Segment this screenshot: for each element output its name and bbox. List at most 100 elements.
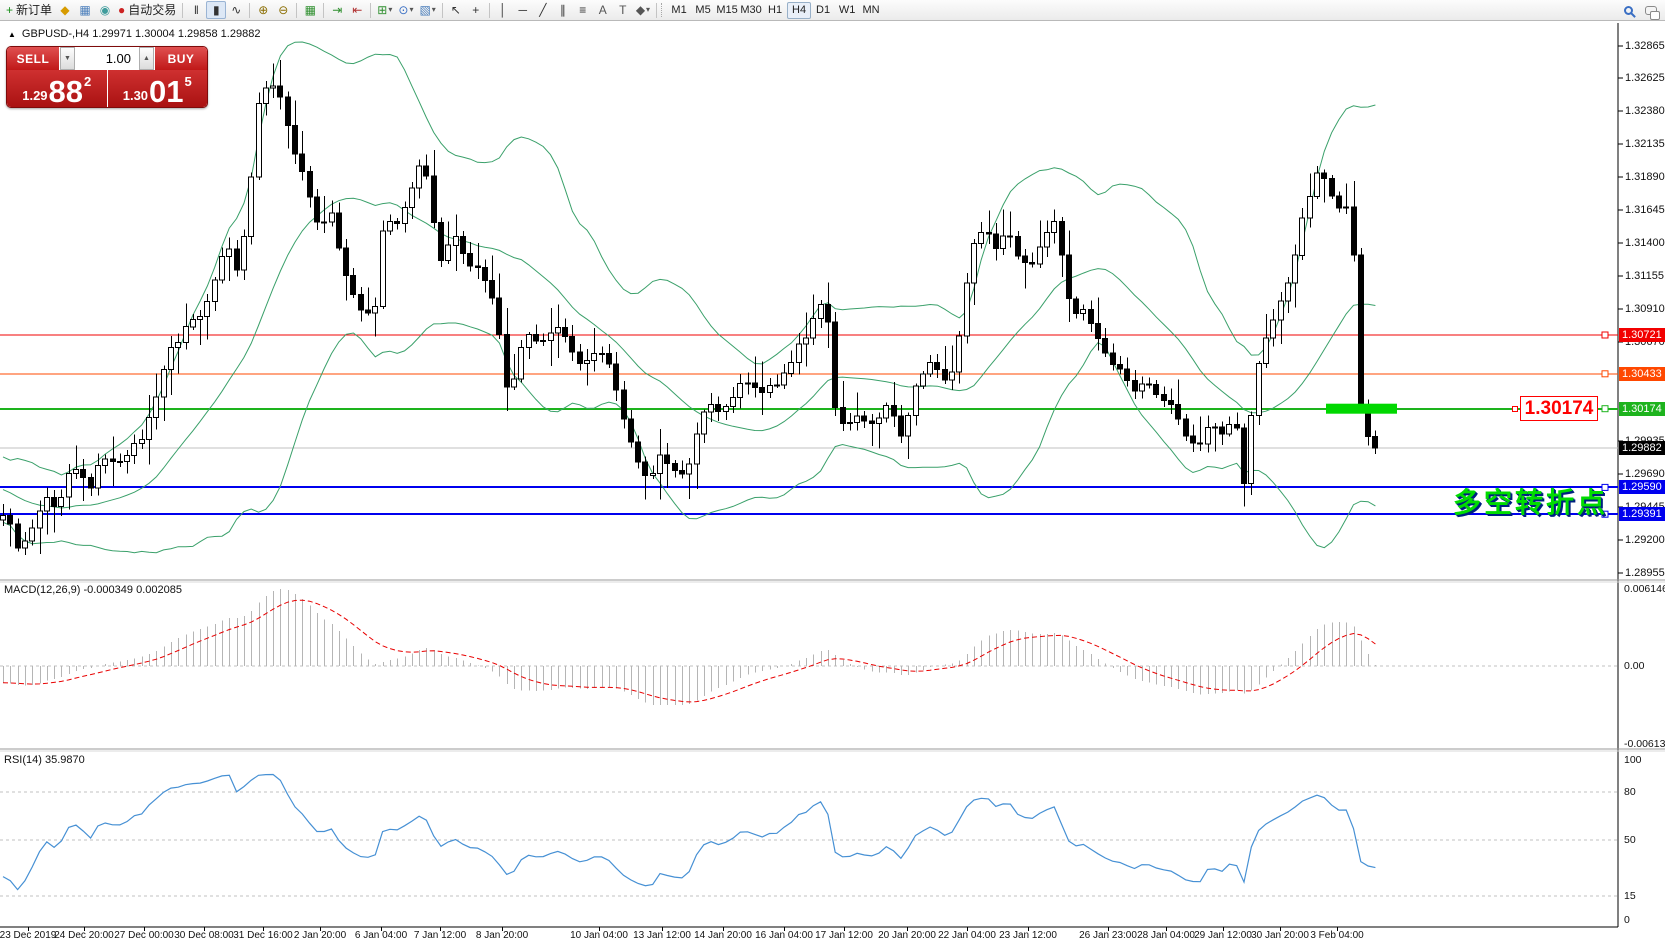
timeframe-m15-button[interactable]: M15 (715, 2, 739, 19)
timeframe-h1-button[interactable]: H1 (763, 2, 787, 19)
time-axis-label[interactable]: 7 Jan 12:00 (414, 930, 466, 941)
text-label-button[interactable]: T (613, 1, 633, 19)
timeframe-m30-button[interactable]: M30 (739, 2, 763, 19)
volume-box: ▼ 1.00 ▲ (59, 47, 155, 70)
crosshair-button[interactable]: + (466, 1, 486, 19)
rsi-axis-label: 100 (1624, 754, 1665, 766)
timeframe-w1-button[interactable]: W1 (835, 2, 859, 19)
time-axis-label[interactable]: 28 Jan 04:00 (1137, 930, 1195, 941)
time-axis-label[interactable]: 16 Jan 04:00 (755, 930, 813, 941)
time-axis-label[interactable]: 23 Jan 12:00 (999, 930, 1057, 941)
chart-shift-icon: ⇤ (352, 2, 362, 18)
market-watch-button[interactable]: ◆ (55, 1, 75, 19)
volume-input[interactable]: 1.00 (75, 47, 139, 70)
time-axis-label[interactable]: 23 Dec 2019 (0, 930, 56, 941)
data-window-button[interactable]: ▦ (75, 1, 95, 19)
price-callout[interactable]: 1.30174 (1520, 396, 1598, 421)
toolbar-separator (442, 3, 443, 18)
channel-button[interactable]: ∥ (553, 1, 573, 19)
shapes-icon: ◆ (636, 2, 645, 18)
new-order-button[interactable]: +新订单 (3, 1, 55, 19)
time-axis-label[interactable]: 17 Jan 12:00 (815, 930, 873, 941)
vertical-line-button[interactable]: │ (493, 1, 513, 19)
time-axis-label[interactable]: 27 Dec 00:00 (114, 930, 174, 941)
time-axis-label[interactable]: 8 Jan 20:00 (476, 930, 528, 941)
trade-panel-collapse-icon[interactable]: ▲ (8, 30, 16, 39)
zoom-in-icon: ⊕ (258, 2, 268, 18)
timeframe-mn-button[interactable]: MN (859, 2, 883, 19)
cursor-button[interactable]: ↖ (446, 1, 466, 19)
timeframe-h4-button[interactable]: H4 (787, 2, 811, 19)
time-axis-label[interactable]: 2 Jan 20:00 (294, 930, 346, 941)
price-axis-tick-label: 1.28955 (1625, 567, 1665, 579)
templates-icon: ▧ (419, 2, 430, 18)
price-axis-tick-label: 1.32865 (1625, 40, 1665, 52)
rsi-header: RSI(14) 35.9870 (4, 754, 85, 766)
bar-chart-type-button[interactable]: ‖ (186, 1, 206, 19)
time-axis-label[interactable]: 10 Jan 04:00 (570, 930, 628, 941)
buy-price[interactable]: 1.30 01 5 (108, 70, 208, 108)
sell-button[interactable]: SELL (7, 47, 59, 70)
rsi-axis-label: 0 (1624, 914, 1665, 926)
toolbar-separator (323, 3, 324, 18)
time-axis-label[interactable]: 30 Jan 20:00 (1251, 930, 1309, 941)
macd-axis-label: 0.00 (1624, 660, 1665, 672)
time-axis-label[interactable]: 3 Feb 04:00 (1310, 930, 1363, 941)
volume-increase-button[interactable]: ▲ (139, 47, 154, 70)
text-icon: A (599, 2, 607, 18)
add-indicator-button[interactable]: ⊞▾ (374, 1, 395, 19)
text-button[interactable]: A (593, 1, 613, 19)
channel-icon: ∥ (560, 2, 566, 18)
chart-shift-button[interactable]: ⇤ (347, 1, 367, 19)
volume-decrease-button[interactable]: ▼ (60, 47, 75, 70)
trendline-button[interactable]: ╱ (533, 1, 553, 19)
zoom-in-button[interactable]: ⊕ (253, 1, 273, 19)
timeframe-m1-button[interactable]: M1 (667, 2, 691, 19)
time-axis-label[interactable]: 14 Jan 20:00 (694, 930, 752, 941)
navigator-button[interactable]: ◉ (95, 1, 115, 19)
dropdown-arrow-icon: ▾ (409, 2, 413, 18)
current-price-tag: 1.29882 (1619, 441, 1665, 455)
zoom-out-button[interactable]: ⊖ (273, 1, 293, 19)
time-axis-label[interactable]: 30 Dec 08:00 (174, 930, 234, 941)
time-axis-label[interactable]: 29 Jan 12:00 (1194, 930, 1252, 941)
shapes-button[interactable]: ◆▾ (633, 1, 653, 19)
macd-axis-label: 0.006146 (1624, 583, 1665, 595)
time-axis-label[interactable]: 26 Jan 23:00 (1079, 930, 1137, 941)
chart-area[interactable]: ▲ GBPUSD-,H4 1.29971 1.30004 1.29858 1.2… (0, 21, 1665, 944)
line-chart-type-button[interactable]: ∿ (226, 1, 246, 19)
time-axis-label[interactable]: 24 Dec 20:00 (54, 930, 114, 941)
navigator-icon: ◉ (100, 2, 110, 18)
auto-scroll-button[interactable]: ⇥ (327, 1, 347, 19)
time-axis-label[interactable]: 6 Jan 04:00 (355, 930, 407, 941)
horizontal-line-button[interactable]: ─ (513, 1, 533, 19)
candlestick-chart-type-button[interactable]: ▮ (206, 1, 226, 19)
line-chart-type-icon: ∿ (231, 2, 241, 18)
chart-title: GBPUSD-,H4 1.29971 1.30004 1.29858 1.298… (22, 28, 261, 40)
price-axis-tick-label: 1.29690 (1625, 468, 1665, 480)
auto-scroll-icon: ⇥ (332, 2, 342, 18)
timeframe-m5-button[interactable]: M5 (691, 2, 715, 19)
time-axis-label[interactable]: 22 Jan 04:00 (938, 930, 996, 941)
tile-windows-icon: ▦ (305, 2, 316, 18)
time-axis-label[interactable]: 20 Jan 20:00 (878, 930, 936, 941)
templates-button[interactable]: ▧▾ (416, 1, 438, 19)
toolbar-separator (296, 3, 297, 18)
price-axis-tick-label: 1.32625 (1625, 72, 1665, 84)
time-axis-label[interactable]: 13 Jan 12:00 (633, 930, 691, 941)
toolbar: +新订单◆▦◉●自动交易‖▮∿⊕⊖▦⇥⇤⊞▾⊙▾▧▾↖+│─╱∥≡AT◆▾M1M… (0, 0, 1665, 21)
level-price-tag: 1.29590 (1619, 480, 1665, 494)
timeframe-d1-button[interactable]: D1 (811, 2, 835, 19)
buy-button[interactable]: BUY (155, 47, 207, 70)
search-icon[interactable] (1624, 6, 1633, 15)
autotrading-button[interactable]: ●自动交易 (115, 1, 179, 19)
fibonacci-button[interactable]: ≡ (573, 1, 593, 19)
turning-point-annotation[interactable]: 多空转折点 (1453, 481, 1608, 521)
buy-price-pip: 5 (185, 74, 192, 89)
chat-icon[interactable] (1645, 6, 1657, 15)
sell-price[interactable]: 1.29 88 2 (7, 70, 107, 108)
tile-windows-button[interactable]: ▦ (300, 1, 320, 19)
time-axis-label[interactable]: 31 Dec 16:00 (233, 930, 293, 941)
chart-canvas[interactable] (0, 21, 1665, 944)
periods-button[interactable]: ⊙▾ (395, 1, 416, 19)
